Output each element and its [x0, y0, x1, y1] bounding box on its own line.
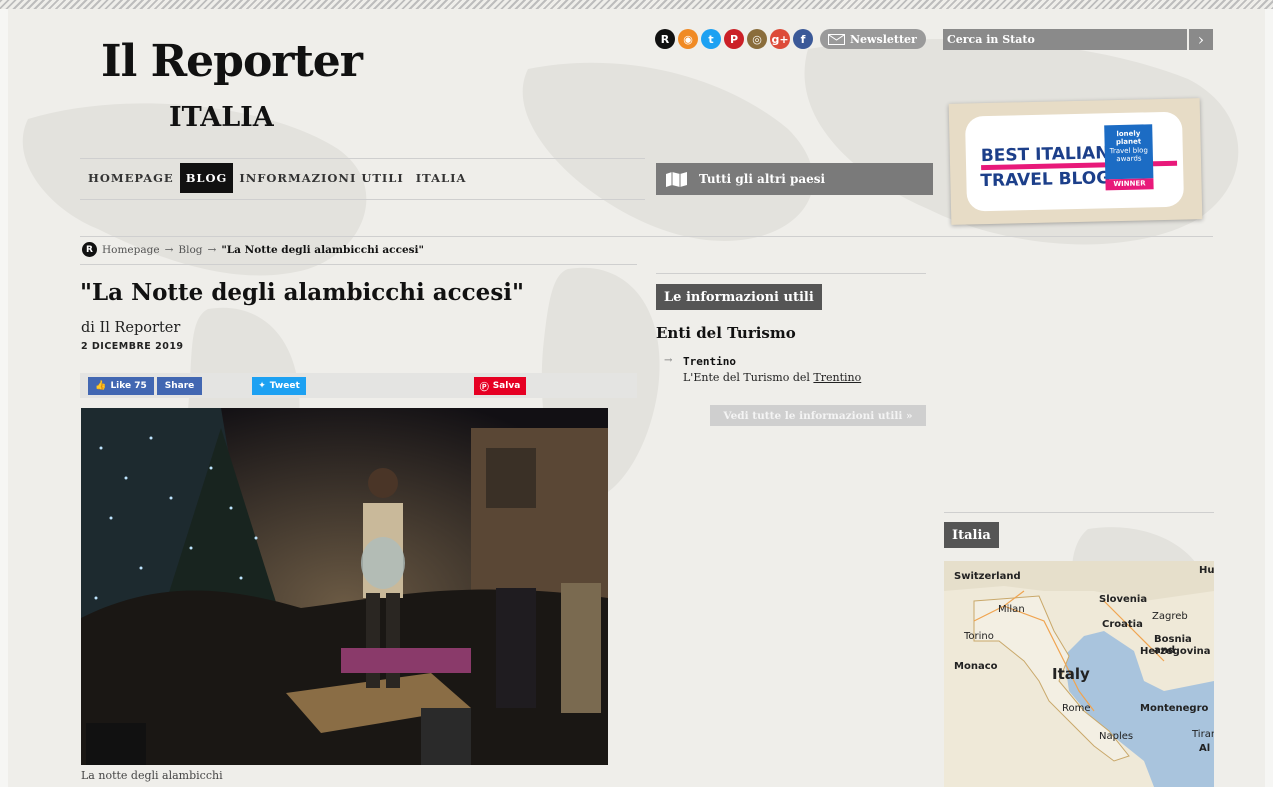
photo-caption: La notte degli alambicchi	[81, 769, 223, 782]
chevron-right-icon: ›	[1197, 30, 1205, 49]
map-label-torino: Torino	[964, 631, 994, 642]
rss-icon[interactable]: ◉	[678, 29, 698, 49]
left-edge	[0, 9, 8, 787]
info-item-description: L'Ente del Turismo del Trentino	[683, 371, 861, 384]
map-label-albania: Al	[1199, 743, 1211, 754]
reporter-icon[interactable]: R	[655, 29, 675, 49]
article-date: 2 DICEMBRE 2019	[81, 341, 184, 352]
breadcrumb-separator: →	[164, 243, 174, 256]
map-label-rome: Rome	[1062, 703, 1091, 714]
social-icons: R ◉ t P ◎ g+ f	[655, 29, 813, 49]
award-badge-card: BEST ITALIAN TRAVEL BLOG lonely planet T…	[964, 111, 1185, 212]
article-author: di Il Reporter	[81, 320, 181, 336]
breadcrumb-bottom-divider	[80, 264, 637, 265]
nav-item-blog[interactable]: BLOG	[179, 163, 234, 193]
facebook-icon[interactable]: f	[793, 29, 813, 49]
arrow-right-icon: →	[664, 355, 673, 366]
breadcrumb-current: "La Notte degli alambicchi accesi"	[221, 243, 425, 256]
google-plus-icon[interactable]: g+	[770, 29, 790, 49]
breadcrumb: R Homepage → Blog → "La Notte degli alam…	[82, 242, 424, 257]
site-logo-title[interactable]: Il Reporter	[101, 40, 363, 84]
thumbs-up-icon: 👍	[95, 381, 107, 391]
nav-item-informazioni-utili[interactable]: INFORMAZIONI UTILI	[233, 163, 409, 193]
map-label-milan: Milan	[998, 604, 1025, 615]
map-label-montenegro: Montenegro	[1140, 703, 1209, 714]
winner-label: WINNER	[1105, 178, 1154, 191]
all-info-button[interactable]: Vedi tutte le informazioni utili »	[710, 405, 926, 426]
pinterest-save-button[interactable]: Ⓟ Salva	[474, 377, 526, 395]
map-label-hungary: Hu	[1199, 565, 1214, 576]
search-input[interactable]	[943, 29, 1187, 50]
breadcrumb-separator: →	[207, 243, 217, 256]
share-label: Share	[164, 381, 195, 391]
twitter-bird-icon: ✦	[258, 381, 266, 391]
award-badge[interactable]: BEST ITALIAN TRAVEL BLOG lonely planet T…	[948, 98, 1203, 225]
newsletter-label: Newsletter	[850, 32, 917, 46]
save-label: Salva	[492, 381, 521, 391]
facebook-share-button[interactable]: Share	[157, 377, 202, 395]
breadcrumb-blog[interactable]: Blog	[178, 244, 202, 256]
tweet-label: Tweet	[269, 381, 300, 391]
twitter-icon[interactable]: t	[701, 29, 721, 49]
all-countries-button[interactable]: Tutti gli altri paesi	[656, 163, 933, 195]
award-line-2: TRAVEL BLOG	[980, 168, 1111, 192]
info-item-link[interactable]: Trentino	[813, 371, 861, 384]
article-title: "La Notte degli alambicchi accesi"	[80, 279, 524, 306]
article-photo-image	[81, 408, 608, 765]
map-label-zagreb: Zagreb	[1152, 611, 1188, 622]
breadcrumb-top-divider	[80, 236, 1213, 237]
top-stripe	[0, 0, 1273, 9]
map-label-slovenia: Slovenia	[1099, 594, 1148, 605]
nav-bottom-divider	[80, 199, 645, 200]
map-label-croatia: Croatia	[1102, 619, 1143, 630]
site-logo-subtitle[interactable]: ITALIA	[169, 104, 274, 131]
map-label-herzegovina: Herzegovina	[1140, 646, 1211, 657]
tweet-button[interactable]: ✦ Tweet	[252, 377, 306, 395]
reporter-logo-icon: R	[82, 242, 97, 257]
lonely-planet-logo: lonely planet Travel blog awards	[1104, 124, 1154, 180]
nav-item-italia[interactable]: ITALIA	[410, 163, 473, 193]
map-label-italy: Italy	[1052, 665, 1090, 683]
info-item-title[interactable]: Trentino	[683, 355, 736, 368]
award-line-1: BEST ITALIAN	[980, 143, 1110, 167]
pinterest-icon: Ⓟ	[479, 382, 489, 393]
search-submit-button[interactable]: ›	[1189, 29, 1213, 50]
envelope-icon	[828, 33, 845, 45]
right-edge	[1265, 9, 1273, 787]
italy-map[interactable]: Switzerland Milan Torino Monaco Italy Ro…	[944, 561, 1214, 787]
breadcrumb-home[interactable]: Homepage	[102, 244, 160, 256]
map-label-switzerland: Switzerland	[954, 571, 1021, 582]
nav-top-divider	[80, 158, 645, 159]
map-label-tirana: Tiran	[1192, 729, 1214, 740]
lonely-planet-brand: lonely planet	[1115, 129, 1142, 147]
nav-item-homepage[interactable]: HOMEPAGE	[82, 163, 180, 193]
like-label: Like 75	[110, 381, 147, 391]
facebook-like-button[interactable]: 👍 Like 75	[88, 377, 154, 395]
info-item-desc-prefix: L'Ente del Turismo del	[683, 371, 814, 384]
all-countries-label: Tutti gli altri paesi	[699, 172, 826, 186]
award-name-2: awards	[1116, 154, 1142, 164]
article-photo[interactable]	[81, 408, 608, 765]
italia-divider	[944, 512, 1214, 513]
instagram-icon[interactable]: ◎	[747, 29, 767, 49]
map-label-monaco: Monaco	[954, 661, 998, 672]
italia-section-label: Italia	[944, 522, 999, 548]
map-icon	[666, 171, 687, 187]
pinterest-icon[interactable]: P	[724, 29, 744, 49]
info-section-label: Le informazioni utili	[656, 284, 822, 310]
newsletter-button[interactable]: Newsletter	[820, 29, 926, 49]
info-divider	[656, 273, 926, 274]
map-label-naples: Naples	[1099, 731, 1134, 742]
main-nav: HOMEPAGE BLOG INFORMAZIONI UTILI ITALIA	[82, 163, 472, 193]
enti-heading: Enti del Turismo	[656, 324, 796, 342]
